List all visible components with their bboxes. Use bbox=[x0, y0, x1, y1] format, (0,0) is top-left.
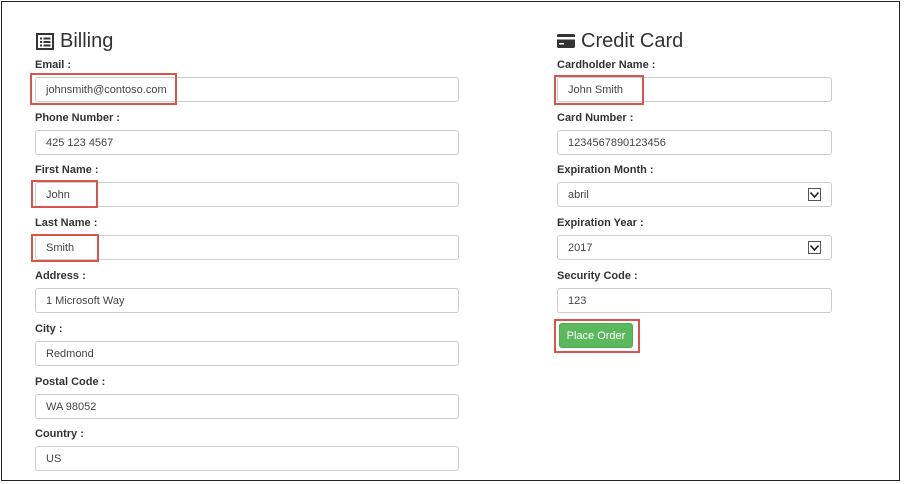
first-name-field[interactable]: John bbox=[35, 182, 459, 207]
security-code-field[interactable]: 123 bbox=[557, 288, 832, 313]
address-field[interactable]: 1 Microsoft Way bbox=[35, 288, 459, 313]
cardholder-name-label: Cardholder Name : bbox=[557, 59, 656, 71]
phone-label: Phone Number : bbox=[35, 112, 120, 124]
expiration-year-value: 2017 bbox=[568, 241, 593, 254]
postal-code-field[interactable]: WA 98052 bbox=[35, 394, 459, 419]
security-code-label: Security Code : bbox=[557, 270, 638, 282]
address-value: 1 Microsoft Way bbox=[46, 294, 125, 307]
credit-card-icon bbox=[557, 34, 575, 48]
security-code-value: 123 bbox=[568, 294, 587, 307]
billing-title: Billing bbox=[36, 31, 113, 51]
last-name-label: Last Name : bbox=[35, 217, 98, 229]
expiration-month-value: abril bbox=[568, 188, 589, 201]
place-order-button[interactable]: Place Order bbox=[559, 323, 633, 348]
country-field[interactable]: US bbox=[35, 446, 459, 471]
checkout-form: Billing Email : johnsmith@contoso.com Ph… bbox=[1, 1, 900, 481]
email-label: Email : bbox=[35, 59, 72, 71]
expiration-year-label: Expiration Year : bbox=[557, 217, 644, 229]
chevron-down-icon[interactable] bbox=[808, 188, 821, 201]
credit-card-title: Credit Card bbox=[557, 31, 683, 51]
chevron-down-icon[interactable] bbox=[808, 241, 821, 254]
city-value: Redmond bbox=[46, 347, 94, 360]
email-value: johnsmith@contoso.com bbox=[46, 83, 167, 96]
cardholder-name-field[interactable]: John Smith bbox=[557, 77, 832, 102]
country-value: US bbox=[46, 452, 62, 465]
list-icon bbox=[36, 32, 54, 50]
last-name-field[interactable]: Smith bbox=[35, 235, 459, 260]
expiration-month-select[interactable]: abril bbox=[557, 182, 832, 207]
credit-card-title-text: Credit Card bbox=[581, 30, 684, 52]
card-number-value: 1234567890123456 bbox=[568, 136, 666, 149]
email-field[interactable]: johnsmith@contoso.com bbox=[35, 77, 459, 102]
city-field[interactable]: Redmond bbox=[35, 341, 459, 366]
postal-code-value: WA 98052 bbox=[46, 400, 97, 413]
last-name-value: Smith bbox=[46, 241, 75, 254]
address-label: Address : bbox=[35, 270, 86, 282]
phone-field[interactable]: 425 123 4567 bbox=[35, 130, 459, 155]
first-name-value: John bbox=[46, 188, 70, 201]
expiration-year-select[interactable]: 2017 bbox=[557, 235, 832, 260]
card-number-label: Card Number : bbox=[557, 112, 634, 124]
expiration-month-label: Expiration Month : bbox=[557, 164, 654, 176]
cardholder-name-value: John Smith bbox=[568, 83, 624, 96]
country-label: Country : bbox=[35, 428, 84, 440]
card-number-field[interactable]: 1234567890123456 bbox=[557, 130, 832, 155]
postal-code-label: Postal Code : bbox=[35, 376, 106, 388]
billing-title-text: Billing bbox=[60, 30, 114, 52]
city-label: City : bbox=[35, 323, 63, 335]
phone-value: 425 123 4567 bbox=[46, 136, 114, 149]
first-name-label: First Name : bbox=[35, 164, 99, 176]
